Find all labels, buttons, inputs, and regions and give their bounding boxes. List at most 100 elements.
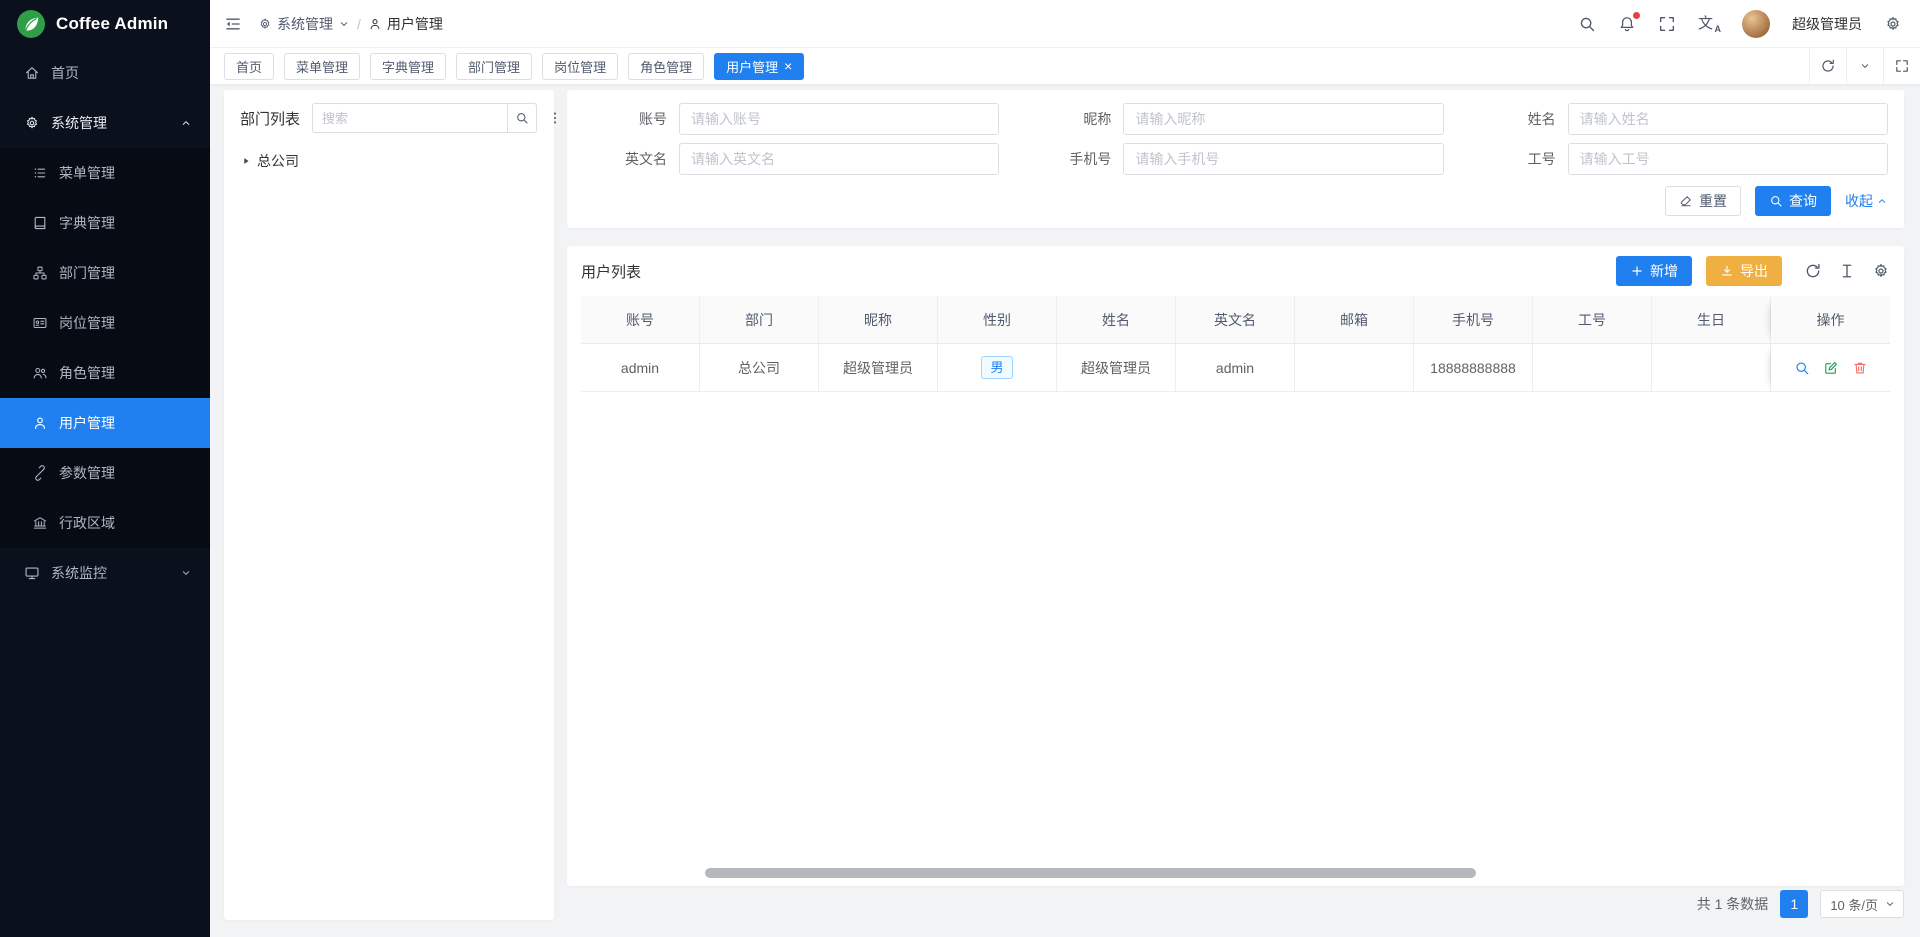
- chevron-down-icon[interactable]: [1846, 48, 1883, 84]
- user-list-header: 用户列表 新增 导出: [581, 246, 1890, 296]
- sidebar-item-home[interactable]: 首页: [0, 48, 210, 98]
- expand-icon[interactable]: [1883, 48, 1920, 84]
- sidebar-group-system[interactable]: 系统管理: [0, 98, 210, 148]
- export-button[interactable]: 导出: [1706, 256, 1782, 286]
- sidebar-item-dept-mgmt[interactable]: 部门管理: [0, 248, 210, 298]
- notification-bell-icon[interactable]: [1618, 15, 1636, 33]
- breadcrumb-current-page: 用户管理: [368, 14, 443, 34]
- query-button[interactable]: 查询: [1755, 186, 1831, 216]
- sidebar-item-user-mgmt[interactable]: 用户管理: [0, 398, 210, 448]
- caret-right-icon[interactable]: [240, 155, 252, 167]
- menu-fold-icon[interactable]: [224, 15, 242, 33]
- topbar: 系统管理 / 用户管理 文A 超级管理员: [210, 0, 1920, 48]
- translate-icon[interactable]: 文A: [1698, 16, 1720, 31]
- edit-icon[interactable]: [1823, 360, 1839, 376]
- cell-email: [1295, 344, 1414, 392]
- user-icon: [32, 415, 48, 431]
- current-username[interactable]: 超级管理员: [1792, 14, 1862, 34]
- close-icon[interactable]: ×: [784, 59, 792, 73]
- search-icon[interactable]: [1578, 15, 1596, 33]
- sidebar-item-region-mgmt[interactable]: 行政区域: [0, 498, 210, 548]
- collapse-label: 收起: [1845, 191, 1873, 211]
- breadcrumb-system[interactable]: 系统管理: [258, 14, 350, 34]
- user-list-title: 用户列表: [581, 261, 641, 282]
- query-label: 查询: [1789, 191, 1817, 211]
- tab-label: 岗位管理: [554, 57, 606, 76]
- department-search: [312, 103, 537, 133]
- settings-gear-icon[interactable]: [1884, 15, 1902, 33]
- field-label: 姓名: [1472, 109, 1568, 129]
- column-settings-gear-icon[interactable]: [1872, 262, 1890, 280]
- tab-role-mgmt[interactable]: 角色管理: [628, 53, 704, 80]
- tabbar: 首页 菜单管理 字典管理 部门管理 岗位管理 角色管理 用户管理 ×: [210, 48, 1920, 84]
- chevron-down-icon: [180, 567, 192, 579]
- view-icon[interactable]: [1794, 360, 1810, 376]
- tab-label: 首页: [236, 57, 262, 76]
- refresh-icon[interactable]: [1804, 262, 1822, 280]
- tab-menu-mgmt[interactable]: 菜单管理: [284, 53, 360, 80]
- work-id-input[interactable]: [1568, 143, 1888, 175]
- sidebar-item-param-mgmt[interactable]: 参数管理: [0, 448, 210, 498]
- reset-button[interactable]: 重置: [1665, 186, 1741, 216]
- column-header-work-id: 工号: [1533, 296, 1652, 344]
- sidebar-item-label: 菜单管理: [59, 163, 115, 183]
- tree-node-root[interactable]: 总公司: [240, 151, 538, 171]
- sidebar-item-role-mgmt[interactable]: 角色管理: [0, 348, 210, 398]
- chevron-up-icon: [1876, 195, 1888, 207]
- phone-input[interactable]: [1123, 143, 1443, 175]
- density-icon[interactable]: [1838, 262, 1856, 280]
- field-nickname: 昵称: [1027, 103, 1443, 135]
- name-input[interactable]: [1568, 103, 1888, 135]
- monitor-icon: [24, 565, 40, 581]
- fullscreen-icon[interactable]: [1658, 15, 1676, 33]
- refresh-icon[interactable]: [1809, 48, 1846, 84]
- field-work-id: 工号: [1472, 143, 1888, 175]
- field-phone: 手机号: [1027, 143, 1443, 175]
- horizontal-scrollbar-thumb[interactable]: [705, 868, 1476, 878]
- dictionary-icon: [32, 215, 48, 231]
- tab-post-mgmt[interactable]: 岗位管理: [542, 53, 618, 80]
- account-input[interactable]: [679, 103, 999, 135]
- tab-dept-mgmt[interactable]: 部门管理: [456, 53, 532, 80]
- collapse-link[interactable]: 收起: [1845, 191, 1888, 211]
- sidebar-group-monitor[interactable]: 系统监控: [0, 548, 210, 598]
- field-label: 英文名: [583, 149, 679, 169]
- form-row: 账号 昵称 姓名: [583, 103, 1888, 135]
- form-row: 英文名 手机号 工号: [583, 143, 1888, 175]
- sidebar-item-menu-mgmt[interactable]: 菜单管理: [0, 148, 210, 198]
- home-icon: [24, 65, 40, 81]
- tab-user-mgmt[interactable]: 用户管理 ×: [714, 53, 804, 80]
- tab-dict-mgmt[interactable]: 字典管理: [370, 53, 446, 80]
- cell-nickname: 超级管理员: [819, 344, 938, 392]
- nickname-input[interactable]: [1123, 103, 1443, 135]
- column-header-phone: 手机号: [1414, 296, 1533, 344]
- translate-en: A: [1715, 25, 1722, 34]
- cell-actions: [1771, 344, 1890, 392]
- coffee-logo-icon: [16, 9, 46, 39]
- avatar[interactable]: [1742, 10, 1770, 38]
- sidebar-item-post-mgmt[interactable]: 岗位管理: [0, 298, 210, 348]
- cell-name: 超级管理员: [1057, 344, 1176, 392]
- sidebar-item-label: 部门管理: [59, 263, 115, 283]
- column-header-email: 邮箱: [1295, 296, 1414, 344]
- department-search-button[interactable]: [507, 103, 537, 133]
- pagination-page-1[interactable]: 1: [1780, 890, 1808, 918]
- app-logo[interactable]: Coffee Admin: [0, 0, 210, 48]
- page-size-value: 10 条/页: [1830, 895, 1878, 914]
- chevron-down-icon: [1884, 898, 1896, 910]
- sidebar: Coffee Admin 首页 系统管理 菜单管理 字典管理 部门管理: [0, 0, 210, 937]
- more-options-icon[interactable]: [547, 110, 563, 126]
- topbar-actions: 文A 超级管理员: [1578, 10, 1902, 38]
- english-name-input[interactable]: [679, 143, 999, 175]
- tab-home[interactable]: 首页: [224, 53, 274, 80]
- chevron-down-icon: [338, 18, 350, 30]
- reset-label: 重置: [1699, 191, 1727, 211]
- department-search-input[interactable]: [312, 103, 507, 133]
- column-header-department: 部门: [700, 296, 819, 344]
- tab-label: 菜单管理: [296, 57, 348, 76]
- tab-label: 字典管理: [382, 57, 434, 76]
- sidebar-item-dict-mgmt[interactable]: 字典管理: [0, 198, 210, 248]
- delete-icon[interactable]: [1852, 360, 1868, 376]
- add-user-button[interactable]: 新增: [1616, 256, 1692, 286]
- page-size-select[interactable]: 10 条/页: [1820, 890, 1904, 918]
